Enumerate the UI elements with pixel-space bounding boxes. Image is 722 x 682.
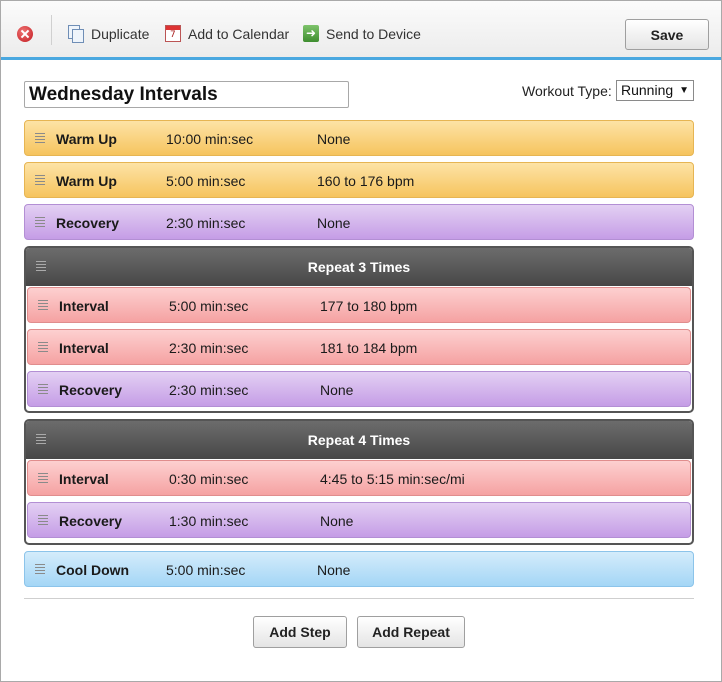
workout-editor-window: Duplicate Add to Calendar Send to Device… xyxy=(0,0,722,682)
step-target: 4:45 to 5:15 min:sec/mi xyxy=(320,471,465,487)
workout-step[interactable]: Recovery 1:30 min:sec None xyxy=(27,502,691,538)
divider xyxy=(24,598,694,599)
repeat-header[interactable]: Repeat 3 Times xyxy=(26,248,692,286)
drag-handle-icon[interactable] xyxy=(35,175,45,187)
drag-handle-icon[interactable] xyxy=(38,300,48,312)
workout-step[interactable]: Warm Up 5:00 min:sec 160 to 176 bpm xyxy=(24,162,694,198)
step-target: 160 to 176 bpm xyxy=(317,173,415,189)
step-name: Cool Down xyxy=(56,562,130,578)
step-name: Interval xyxy=(59,471,109,487)
send-to-device-icon xyxy=(303,25,319,42)
workout-type-select[interactable]: Running ▼ xyxy=(616,80,694,101)
toolbar: Duplicate Add to Calendar Send to Device… xyxy=(1,1,721,60)
repeat-group[interactable]: Repeat 3 Times Interval 5:00 min:sec 177… xyxy=(24,246,694,413)
step-duration: 5:00 min:sec xyxy=(166,173,246,189)
step-duration: 2:30 min:sec xyxy=(169,382,249,398)
close-icon[interactable] xyxy=(17,26,33,42)
repeat-title: Repeat 3 Times xyxy=(307,259,411,275)
drag-handle-icon[interactable] xyxy=(35,564,45,576)
workout-type-value: Running xyxy=(621,82,674,98)
workout-name-input[interactable] xyxy=(24,81,349,108)
drag-handle-icon[interactable] xyxy=(35,217,45,229)
step-name: Warm Up xyxy=(56,173,117,189)
step-target: None xyxy=(320,513,354,529)
workout-step[interactable]: Interval 5:00 min:sec 177 to 180 bpm xyxy=(27,287,691,323)
step-target: None xyxy=(320,382,354,398)
step-name: Interval xyxy=(59,298,109,314)
add-to-calendar-label: Add to Calendar xyxy=(188,26,290,42)
repeat-title: Repeat 4 Times xyxy=(307,432,411,448)
duplicate-icon xyxy=(68,25,84,43)
workout-step[interactable]: Recovery 2:30 min:sec None xyxy=(24,204,694,240)
step-target: None xyxy=(317,562,351,578)
repeat-header[interactable]: Repeat 4 Times xyxy=(26,421,692,459)
drag-handle-icon[interactable] xyxy=(38,384,48,396)
workout-step[interactable]: Warm Up 10:00 min:sec None xyxy=(24,120,694,156)
step-target: 181 to 184 bpm xyxy=(320,340,418,356)
add-to-calendar-button[interactable]: Add to Calendar xyxy=(165,25,295,43)
step-duration: 2:30 min:sec xyxy=(169,340,249,356)
workout-type-label: Workout Type: xyxy=(522,83,612,99)
step-name: Warm Up xyxy=(56,131,117,147)
workout-step[interactable]: Interval 0:30 min:sec 4:45 to 5:15 min:s… xyxy=(27,460,691,496)
duplicate-label: Duplicate xyxy=(91,26,150,42)
send-to-device-button[interactable]: Send to Device xyxy=(303,25,428,43)
step-duration: 1:30 min:sec xyxy=(169,513,249,529)
drag-handle-icon[interactable] xyxy=(38,342,48,354)
step-target: None xyxy=(317,215,351,231)
calendar-icon xyxy=(165,25,181,42)
workout-step[interactable]: Interval 2:30 min:sec 181 to 184 bpm xyxy=(27,329,691,365)
workout-step[interactable]: Cool Down 5:00 min:sec None xyxy=(24,551,694,587)
step-duration: 10:00 min:sec xyxy=(166,131,254,147)
drag-handle-icon[interactable] xyxy=(35,133,45,145)
add-repeat-button[interactable]: Add Repeat xyxy=(357,616,465,648)
step-name: Recovery xyxy=(59,513,123,529)
step-target: None xyxy=(317,131,351,147)
dropdown-arrow-icon: ▼ xyxy=(679,85,689,96)
step-name: Interval xyxy=(59,340,109,356)
save-button[interactable]: Save xyxy=(625,19,709,50)
workout-step[interactable]: Recovery 2:30 min:sec None xyxy=(27,371,691,407)
step-duration: 5:00 min:sec xyxy=(166,562,246,578)
toolbar-divider xyxy=(51,15,52,45)
step-duration: 0:30 min:sec xyxy=(169,471,249,487)
drag-handle-icon[interactable] xyxy=(38,473,48,485)
step-name: Recovery xyxy=(59,382,123,398)
repeat-group[interactable]: Repeat 4 Times Interval 0:30 min:sec 4:4… xyxy=(24,419,694,545)
add-step-button[interactable]: Add Step xyxy=(253,616,347,648)
step-duration: 5:00 min:sec xyxy=(169,298,249,314)
step-target: 177 to 180 bpm xyxy=(320,298,418,314)
step-name: Recovery xyxy=(56,215,120,231)
step-duration: 2:30 min:sec xyxy=(166,215,246,231)
send-to-device-label: Send to Device xyxy=(326,26,421,42)
duplicate-button[interactable]: Duplicate xyxy=(68,25,158,43)
drag-handle-icon[interactable] xyxy=(38,515,48,527)
